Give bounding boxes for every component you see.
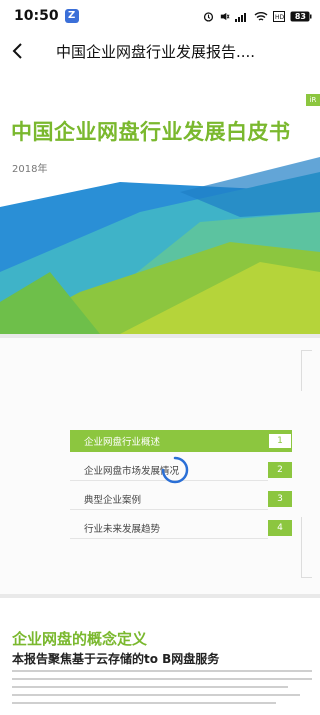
loading-spinner-icon bbox=[161, 456, 189, 484]
divider bbox=[70, 509, 268, 510]
nav-bar: 中国企业网盘行业发展报告.... bbox=[0, 32, 320, 70]
document-page-definition[interactable]: 企业网盘的概念定义 本报告聚焦基于云存储的to B网盘服务 bbox=[0, 598, 320, 715]
toc-item[interactable]: 行业未来发展趋势 4 bbox=[70, 517, 292, 539]
page-corner-decoration bbox=[301, 350, 312, 391]
toc-item[interactable]: 企业网盘行业概述 1 bbox=[70, 430, 292, 452]
battery-level: 83 bbox=[294, 11, 306, 21]
toc-item-label: 企业网盘行业概述 bbox=[84, 437, 161, 448]
signal-icon bbox=[235, 11, 249, 22]
toc-item-number: 3 bbox=[268, 491, 292, 507]
toc-item-number: 1 bbox=[268, 433, 292, 449]
divider bbox=[70, 538, 268, 539]
alarm-icon bbox=[203, 11, 214, 22]
cover-title: 中国企业网盘行业发展白皮书 bbox=[11, 120, 291, 144]
text-line bbox=[12, 694, 300, 696]
text-line bbox=[12, 678, 312, 680]
text-line bbox=[12, 702, 276, 704]
toc-item-number: 2 bbox=[268, 462, 292, 478]
status-time: 10:50 bbox=[14, 8, 59, 24]
mute-icon bbox=[219, 11, 230, 22]
chevron-left-icon bbox=[12, 43, 22, 59]
toc-item-label: 典型企业案例 bbox=[84, 495, 142, 506]
text-line bbox=[12, 686, 288, 688]
cover-artwork bbox=[0, 157, 320, 334]
back-button[interactable] bbox=[0, 32, 36, 70]
svg-text:HD: HD bbox=[275, 14, 285, 21]
page-corner-decoration bbox=[301, 517, 312, 578]
document-title: 中国企业网盘行业发展报告.... bbox=[56, 42, 256, 61]
section-subtitle: 本报告聚焦基于云存储的to B网盘服务 bbox=[12, 652, 220, 666]
text-line bbox=[12, 670, 312, 672]
network-type-icon: HD bbox=[273, 10, 285, 22]
toc-item-label: 行业未来发展趋势 bbox=[84, 524, 161, 535]
toc-item-number: 4 bbox=[268, 520, 292, 536]
status-bar: 10:50 Z HD 83 bbox=[0, 0, 320, 32]
document-page-cover[interactable]: iR 中国企业网盘行业发展白皮书 2018年 bbox=[0, 72, 320, 334]
table-of-contents: 企业网盘行业概述 1 企业网盘市场发展情况 2 典型企业案例 3 行业未来发展趋… bbox=[70, 430, 292, 546]
body-text-block bbox=[12, 670, 312, 710]
toc-item[interactable]: 典型企业案例 3 bbox=[70, 488, 292, 510]
section-title: 企业网盘的概念定义 bbox=[12, 630, 148, 648]
wifi-icon bbox=[254, 11, 268, 22]
app-notification-icon: Z bbox=[64, 9, 79, 23]
cover-tab-mark: iR bbox=[306, 94, 320, 106]
